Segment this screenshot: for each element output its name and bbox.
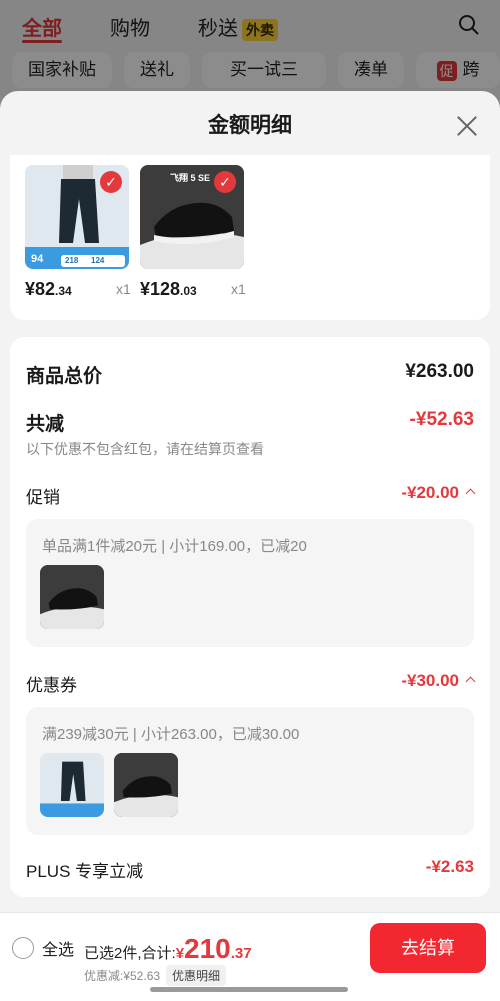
price-decimal: .34 [55, 284, 72, 298]
total-label: 商品总价 [26, 366, 103, 387]
currency-symbol: ¥ [175, 945, 185, 962]
promo-detail-text: 单品满1件减20元 | 小计169.00，已减20 [42, 538, 307, 555]
discount-label: 共减 [26, 414, 65, 435]
select-all-radio[interactable] [12, 937, 34, 959]
product-card: 94 218 124 ✓ ¥82.34 x1 飞翔 5 SE ✓ ¥128.03… [10, 155, 490, 320]
item-price-pants: ¥82.34 [25, 279, 72, 300]
coupon-toggle[interactable]: -¥30.00 [401, 671, 476, 691]
promo-label: 促销 [26, 488, 60, 507]
promo-item-shoes-thumb [40, 565, 104, 629]
order-summary: 已选2件,合计:¥210.37 [84, 933, 252, 965]
chevron-up-icon [465, 676, 476, 687]
shoe-brand-label: 飞翔 5 SE [170, 173, 211, 183]
plus-value: -¥2.63 [425, 857, 474, 876]
coupon-item-pants-thumb [40, 753, 104, 817]
tag-price-badge: 94 [31, 253, 44, 265]
amount-detail-sheet: 金额明细 94 218 124 ✓ ¥82.34 x1 飞翔 5 SE ✓ ¥1… [0, 91, 500, 1000]
chevron-up-icon [465, 488, 476, 499]
promo-value: -¥20.00 [401, 483, 459, 502]
coupon-item-shoes-thumb [114, 753, 178, 817]
discount-summary-text: 优惠减:¥52.63 [84, 969, 161, 983]
price-integer: ¥82 [25, 279, 56, 299]
total-decimal: .37 [230, 945, 252, 962]
total-value: ¥263.00 [405, 361, 474, 382]
coupon-detail-card: 满239减30元 | 小计263.00，已减30.00 [26, 707, 474, 835]
tag-price-a: 218 [65, 256, 79, 265]
checkout-button[interactable]: 去结算 [370, 923, 486, 973]
plus-label: PLUS 专享立减 [26, 862, 144, 881]
shoe-illustration [40, 565, 104, 629]
promo-detail-card: 单品满1件减20元 | 小计169.00，已减20 [26, 519, 474, 647]
selected-count-text: 已选2件,合计: [84, 945, 176, 962]
coupon-detail-text: 满239减30元 | 小计263.00，已减30.00 [42, 726, 300, 743]
promo-toggle[interactable]: -¥20.00 [401, 483, 476, 503]
sheet-title: 金额明细 [208, 114, 292, 137]
tag-price-b: 124 [91, 256, 105, 265]
price-decimal: .03 [180, 284, 197, 298]
discount-value: -¥52.63 [409, 409, 474, 430]
close-icon[interactable] [452, 111, 482, 141]
selected-check-icon[interactable]: ✓ [214, 171, 236, 193]
item-price-shoes: ¥128.03 [140, 279, 197, 300]
coupon-label: 优惠券 [26, 676, 77, 695]
item-qty-shoes: x1 [231, 281, 246, 297]
discount-note: 以下优惠不包含红包，请在结算页查看 [26, 441, 264, 457]
shoe-illustration [114, 753, 178, 817]
discount-summary: 优惠减:¥52.63 优惠明细 [84, 965, 227, 986]
pants-illustration [40, 753, 104, 817]
discount-detail-button[interactable]: 优惠明细 [166, 965, 227, 986]
item-qty-pants: x1 [116, 281, 131, 297]
select-all-label[interactable]: 全选 [42, 936, 74, 960]
selected-check-icon[interactable]: ✓ [100, 171, 122, 193]
home-indicator [150, 987, 348, 992]
total-integer: 210 [184, 933, 231, 964]
coupon-value: -¥30.00 [401, 671, 459, 690]
price-breakdown-card: 商品总价 ¥263.00 共减 -¥52.63 以下优惠不包含红包，请在结算页查… [10, 337, 490, 897]
price-integer: ¥128 [140, 279, 181, 299]
